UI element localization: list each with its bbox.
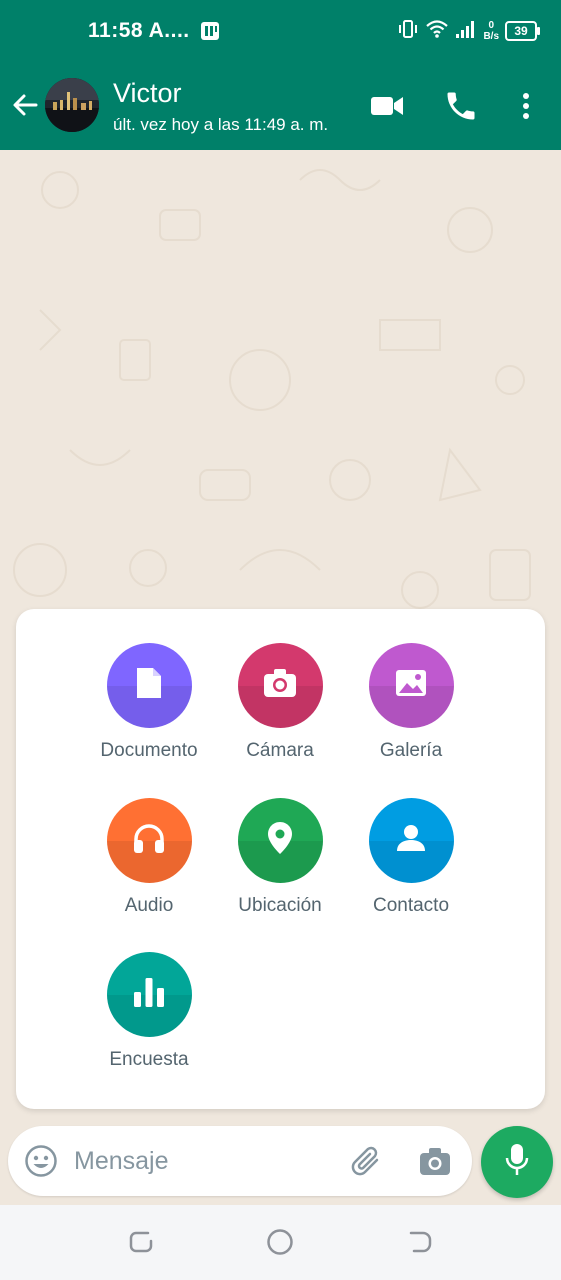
notification-icon [200,20,220,42]
contact-name[interactable]: Victor [113,78,182,109]
attach-contact-circle[interactable] [368,798,454,883]
attach-contact[interactable]: Contacto [341,798,481,917]
back-arrow-icon[interactable] [10,90,40,120]
poll-icon [132,976,166,1013]
status-bar: 11:58 A.... 0 B/s 39 [0,0,561,62]
signal-icon [455,19,477,44]
system-nav-bar [0,1205,561,1280]
attach-audio-circle[interactable] [106,798,192,883]
attach-document[interactable]: Documento [79,643,219,762]
chat-header: Victor últ. vez hoy a las 11:49 a. m. [0,62,561,150]
location-pin-icon [267,821,293,860]
recent-apps-icon[interactable] [126,1227,156,1257]
emoji-icon[interactable] [24,1144,58,1178]
attach-audio-label: Audio [124,895,174,916]
attach-audio[interactable]: Audio [79,798,219,917]
attach-location[interactable]: Ubicación [210,798,350,917]
document-icon [134,666,164,705]
attach-camera-circle[interactable] [237,643,323,728]
attach-camera-label: Cámara [246,740,314,761]
attach-camera[interactable]: Cámara [210,643,350,762]
video-call-icon[interactable] [369,88,405,124]
headphones-icon [132,822,166,859]
attach-document-circle[interactable] [106,643,192,728]
attach-gallery[interactable]: Galería [341,643,481,762]
network-speed-unit: B/s [483,31,499,42]
attach-location-circle[interactable] [237,798,323,883]
status-time: 11:58 A.... [88,19,190,42]
attach-gallery-circle[interactable] [368,643,454,728]
camera-icon [263,668,297,703]
attachment-menu: Documento Cámara Galería Audio Ubicación… [16,609,545,1109]
battery-indicator: 39 [505,21,540,41]
network-speed: 0 B/s [483,20,499,42]
last-seen-status: últ. vez hoy a las 11:49 a. m. [113,115,329,134]
attach-poll-circle[interactable] [106,952,192,1037]
attach-contact-label: Contacto [372,895,450,916]
attach-location-label: Ubicación [238,895,322,916]
home-icon[interactable] [265,1227,295,1257]
message-composer [8,1126,472,1196]
vibrate-icon [397,18,419,45]
attach-document-label: Documento [100,740,198,761]
network-speed-value: 0 [488,20,494,31]
attach-poll[interactable]: Encuesta [79,952,219,1071]
voice-call-icon[interactable] [443,88,479,124]
camera-icon[interactable] [418,1144,452,1178]
message-input[interactable] [74,1126,334,1196]
attach-gallery-label: Galería [379,740,443,761]
back-nav-icon[interactable] [405,1227,435,1257]
more-options-icon[interactable] [508,88,544,124]
status-icons: 0 B/s 39 [397,16,540,46]
voice-message-button[interactable] [481,1126,553,1198]
microphone-icon [504,1143,530,1182]
wifi-icon [425,19,449,44]
avatar[interactable] [45,78,99,132]
attach-paperclip-icon[interactable] [349,1144,383,1178]
attach-poll-label: Encuesta [109,1049,189,1070]
